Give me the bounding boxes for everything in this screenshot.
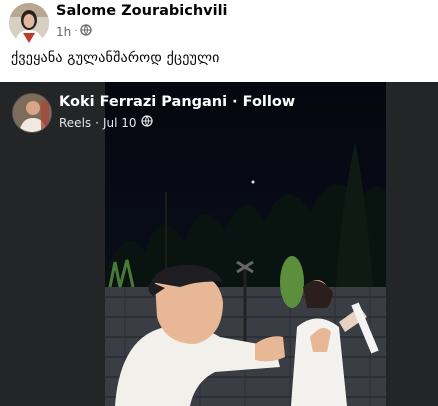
- reel-author-name[interactable]: Koki Ferrazi Pangani: [59, 94, 227, 110]
- reel-meta: Reels · Jul 10: [59, 115, 153, 130]
- reel-title: Koki Ferrazi Pangani · Follow: [59, 94, 295, 110]
- reel-title-separator: ·: [232, 94, 238, 110]
- reel-embed[interactable]: Koki Ferrazi Pangani · Follow Reels · Ju…: [0, 82, 438, 406]
- reel-meta-separator: ·: [95, 115, 99, 130]
- reel-header: Koki Ferrazi Pangani · Follow Reels · Ju…: [0, 82, 438, 144]
- post-meta: 1h ·: [56, 24, 93, 39]
- follow-button[interactable]: Follow: [243, 94, 296, 110]
- post-time[interactable]: 1h: [56, 25, 71, 39]
- reel-type-label[interactable]: Reels: [59, 116, 91, 130]
- reel-date[interactable]: Jul 10: [103, 116, 137, 130]
- privacy-icon[interactable]: [80, 24, 93, 39]
- post-header: Salome Zourabichvili 1h ·: [0, 0, 438, 46]
- post-caption: ქვეყანა გულანშაროდ ქცეული: [11, 50, 220, 66]
- globe-icon: [140, 115, 153, 130]
- reel-author-avatar[interactable]: [12, 93, 52, 133]
- author-avatar[interactable]: [9, 3, 49, 43]
- meta-separator: ·: [74, 26, 78, 37]
- author-name[interactable]: Salome Zourabichvili: [56, 3, 228, 19]
